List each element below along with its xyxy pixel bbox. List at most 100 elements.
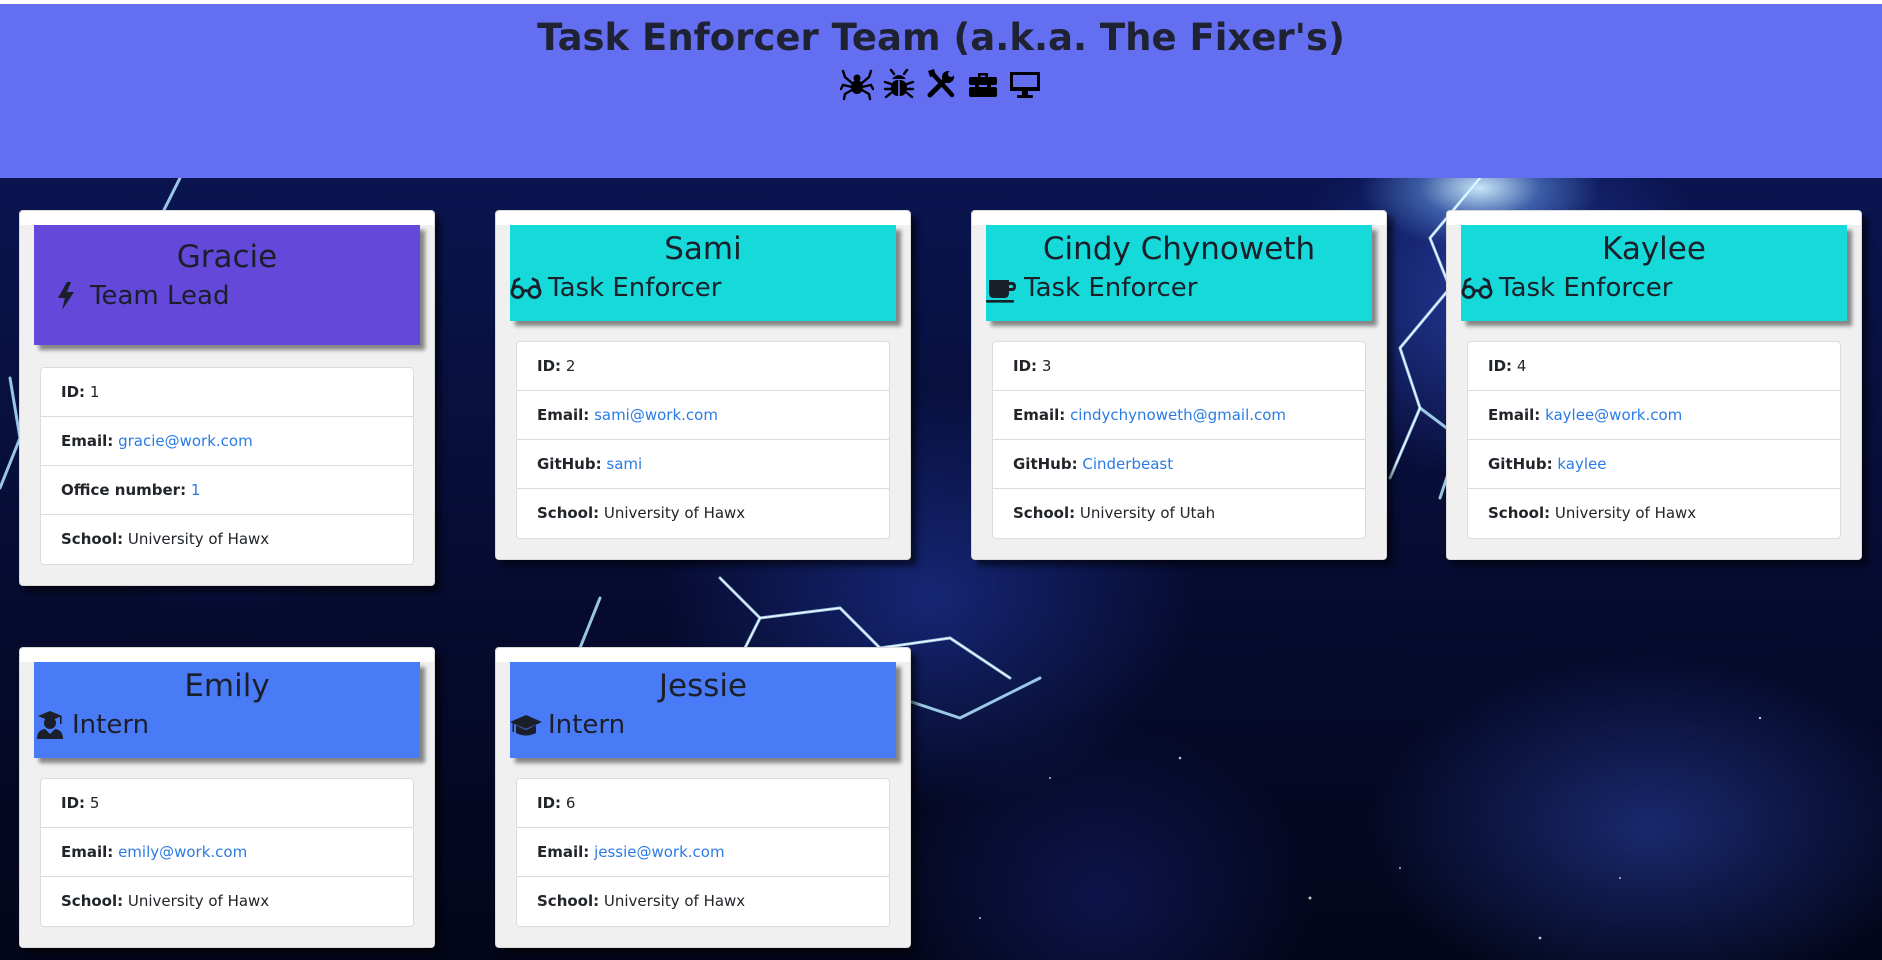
bolt-icon [52, 281, 84, 311]
email-row: Email: cindychynoweth@gmail.com [993, 391, 1365, 440]
employee-card: Jessie Intern ID: 6 Email: jessie@work.co… [495, 647, 911, 948]
employee-card: Gracie Team Lead ID: 1 Email: gracie@work… [19, 210, 435, 586]
email-link[interactable]: emily@work.com [118, 843, 247, 861]
github-link[interactable]: kaylee [1557, 455, 1606, 473]
github-link[interactable]: Cinderbeast [1082, 455, 1173, 473]
id-label: ID: [537, 794, 562, 812]
employee-name: Emily [184, 668, 270, 704]
github-row: GitHub: sami [517, 440, 889, 489]
bug-icon [882, 67, 916, 101]
card-top [496, 211, 910, 225]
email-row: Email: emily@work.com [41, 828, 413, 877]
school-row: School: University of Hawx [517, 489, 889, 538]
id-value: 2 [565, 357, 576, 375]
employee-card: Cindy Chynoweth Task Enforcer ID: 3 Email… [971, 210, 1387, 560]
spider-icon [839, 67, 875, 101]
github-label: GitHub: [1488, 455, 1553, 473]
email-link[interactable]: kaylee@work.com [1545, 406, 1682, 424]
header-icon-row [0, 67, 1882, 101]
school-value: University of Hawx [127, 892, 270, 910]
office-number-row: Office number: 1 [41, 466, 413, 515]
employee-details: ID: 3 Email: cindychynoweth@gmail.com GitH… [992, 341, 1366, 539]
email-link[interactable]: cindychynoweth@gmail.com [1070, 406, 1286, 424]
id-label: ID: [61, 794, 86, 812]
employee-role-label: Team Lead [90, 281, 230, 311]
school-value: University of Hawx [603, 504, 746, 522]
card-header: Kaylee Task Enforcer [1461, 225, 1847, 321]
id-value: 6 [565, 794, 576, 812]
employee-details: ID: 1 Email: gracie@work.com Office number… [40, 367, 414, 565]
card-top [20, 211, 434, 225]
employee-name: Jessie [658, 668, 748, 704]
school-label: School: [61, 892, 124, 910]
email-row: Email: kaylee@work.com [1468, 391, 1840, 440]
employee-role: Team Lead [34, 277, 420, 315]
email-link[interactable]: gracie@work.com [118, 432, 253, 450]
school-row: School: University of Hawx [41, 515, 413, 564]
email-label: Email: [61, 432, 114, 450]
email-row: Email: sami@work.com [517, 391, 889, 440]
id-label: ID: [537, 357, 562, 375]
email-row: Email: gracie@work.com [41, 417, 413, 466]
tools-icon [924, 67, 958, 101]
email-label: Email: [537, 406, 590, 424]
card-header: Sami Task Enforcer [510, 225, 896, 321]
id-row: ID: 2 [517, 342, 889, 391]
id-row: ID: 5 [41, 779, 413, 828]
email-label: Email: [537, 843, 590, 861]
employee-card: Kaylee Task Enforcer ID: 4 Email: kaylee@… [1446, 210, 1862, 560]
id-label: ID: [1488, 357, 1513, 375]
school-label: School: [537, 504, 600, 522]
employee-role-label: Task Enforcer [548, 273, 722, 303]
office-number-value: 1 [190, 481, 201, 499]
id-row: ID: 1 [41, 368, 413, 417]
card-body: ID: 6 Email: jessie@work.com School: Unive… [496, 758, 910, 947]
email-link[interactable]: sami@work.com [594, 406, 718, 424]
card-header: Emily Intern [34, 662, 420, 758]
card-top [20, 648, 434, 662]
employee-name: Gracie [176, 239, 278, 275]
email-label: Email: [1488, 406, 1541, 424]
page-title: Task Enforcer Team (a.k.a. The Fixer's) [537, 16, 1345, 59]
github-label: GitHub: [1013, 455, 1078, 473]
school-row: School: University of Utah [993, 489, 1365, 538]
card-body: ID: 3 Email: cindychynoweth@gmail.com GitH… [972, 321, 1386, 559]
school-label: School: [61, 530, 124, 548]
card-top [496, 648, 910, 662]
email-row: Email: jessie@work.com [517, 828, 889, 877]
school-value: University of Utah [1079, 504, 1216, 522]
glasses-icon [1461, 273, 1493, 303]
employee-card: Emily Intern ID: 5 Email: emily@work.com S… [19, 647, 435, 948]
employee-name: Sami [664, 231, 742, 267]
employee-name: Cindy Chynoweth [1042, 231, 1316, 267]
employee-role-label: Intern [72, 710, 150, 740]
employee-role-label: Intern [548, 710, 626, 740]
employee-details: ID: 6 Email: jessie@work.com School: Unive… [516, 778, 890, 927]
github-label: GitHub: [537, 455, 602, 473]
github-link[interactable]: sami [606, 455, 642, 473]
employee-role: Intern [34, 706, 420, 744]
school-row: School: University of Hawx [1468, 489, 1840, 538]
school-label: School: [1488, 504, 1551, 522]
employee-role-label: Task Enforcer [1024, 273, 1198, 303]
school-row: School: University of Hawx [517, 877, 889, 926]
github-row: GitHub: kaylee [1468, 440, 1840, 489]
graduation-cap-icon [510, 710, 542, 740]
school-label: School: [537, 892, 600, 910]
card-top [972, 211, 1386, 225]
school-row: School: University of Hawx [41, 877, 413, 926]
employee-role: Task Enforcer [986, 269, 1372, 307]
employee-card: Sami Task Enforcer ID: 2 Email: sami@work… [495, 210, 911, 560]
email-label: Email: [61, 843, 114, 861]
card-body: ID: 5 Email: emily@work.com School: Univer… [20, 758, 434, 947]
page-header: Task Enforcer Team (a.k.a. The Fixer's) [0, 4, 1882, 178]
card-header: Jessie Intern [510, 662, 896, 758]
github-row: GitHub: Cinderbeast [993, 440, 1365, 489]
card-top [1447, 211, 1861, 225]
email-link[interactable]: jessie@work.com [594, 843, 725, 861]
id-row: ID: 3 [993, 342, 1365, 391]
id-value: 4 [1516, 357, 1527, 375]
id-value: 3 [1041, 357, 1052, 375]
id-row: ID: 6 [517, 779, 889, 828]
school-value: University of Hawx [127, 530, 270, 548]
